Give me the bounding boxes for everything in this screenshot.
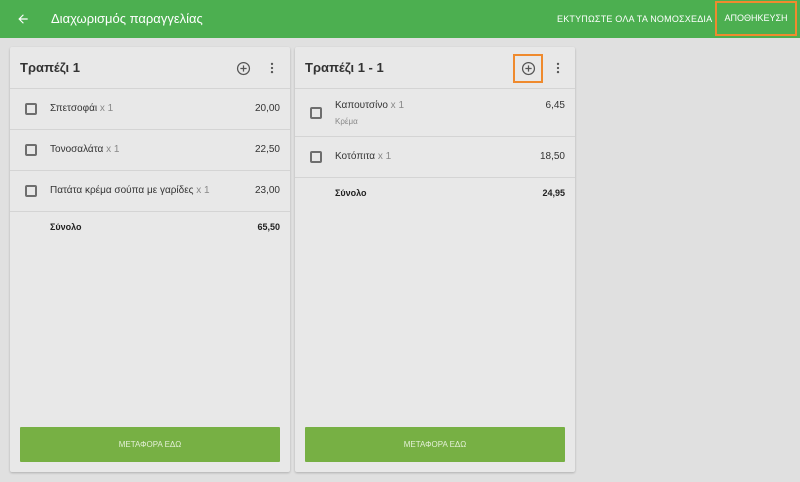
total-value: 24,95 xyxy=(542,188,565,198)
item-note: Κρέμα xyxy=(335,117,358,126)
item-quantity: x 1 xyxy=(390,100,405,111)
total-row: Σύνολο 24,95 xyxy=(295,178,575,208)
item-name: Κοτόπιτα xyxy=(335,151,376,162)
card-header: Τραπέζι 1 - 1 xyxy=(295,47,575,89)
item-name: Τονοσαλάτα xyxy=(50,144,104,155)
item-name: Σπετσοφάι xyxy=(50,103,98,114)
item-name: Καπουτσίνο xyxy=(335,100,388,111)
item-checkbox[interactable] xyxy=(310,107,322,119)
total-label: Σύνολο xyxy=(50,222,82,232)
list-item: Κοτόπιτα x 1 18,50 xyxy=(295,137,575,178)
item-quantity: x 1 xyxy=(196,185,210,196)
app-bar: Διαχωρισμός παραγγελίας ΕΚΤΥΠΩΣΤΕ ΟΛΑ ΤΑ… xyxy=(0,0,800,38)
item-quantity: x 1 xyxy=(377,151,392,162)
page-title: Διαχωρισμός παραγγελίας xyxy=(51,11,203,26)
move-here-button[interactable]: ΜΕΤΑΦΟΡΑ ΕΔΩ xyxy=(20,427,280,462)
total-label: Σύνολο xyxy=(335,188,367,198)
item-checkbox[interactable] xyxy=(25,144,37,156)
card-title: Τραπέζι 1 xyxy=(20,60,80,75)
more-vert-icon xyxy=(270,62,274,74)
item-quantity: x 1 xyxy=(99,103,114,114)
item-checkbox[interactable] xyxy=(310,151,322,163)
arrow-left-icon xyxy=(18,14,28,24)
item-checkbox[interactable] xyxy=(25,185,37,197)
list-item: Τονοσαλάτα x 1 22,50 xyxy=(10,130,290,171)
add-circle-icon xyxy=(236,61,250,75)
table-card-1: Τραπέζι 1 Σπετσοφάι x 1 20,00 Τονοσαλάτα… xyxy=(10,47,290,472)
more-menu-button[interactable] xyxy=(547,57,569,79)
item-price: 23,00 xyxy=(254,185,280,196)
move-here-button[interactable]: ΜΕΤΑΦΟΡΑ ΕΔΩ xyxy=(305,427,565,462)
add-circle-icon xyxy=(521,61,535,76)
item-price: 18,50 xyxy=(539,151,565,162)
list-item: Πατάτα κρέμα σούπα με γαρίδες x 1 23,00 xyxy=(10,171,290,212)
card-header: Τραπέζι 1 xyxy=(10,47,290,89)
list-item: Καπουτσίνο x 1 Κρέμα 6,45 xyxy=(295,89,575,137)
more-vert-icon xyxy=(556,62,560,74)
item-checkbox[interactable] xyxy=(25,103,37,115)
item-price: 22,50 xyxy=(254,144,280,155)
total-row: Σύνολο 65,50 xyxy=(10,212,290,242)
save-button[interactable]: ΑΠΟΘΗΚΕΥΣΗ xyxy=(715,1,797,36)
print-all-bills-button[interactable]: ΕΚΤΥΠΩΣΤΕ ΟΛΑ ΤΑ ΝΟΜΟΣΧΕΔΙΑ xyxy=(548,0,721,38)
more-menu-button[interactable] xyxy=(261,57,283,79)
table-card-2: Τραπέζι 1 - 1 Καπουτσίνο x 1 Κρέμα 6,45 … xyxy=(295,47,575,472)
item-quantity: x 1 xyxy=(106,144,120,155)
list-item: Σπετσοφάι x 1 20,00 xyxy=(10,89,290,130)
card-title: Τραπέζι 1 - 1 xyxy=(305,60,384,75)
item-price: 20,00 xyxy=(254,103,280,114)
add-item-button[interactable] xyxy=(513,54,543,83)
item-name: Πατάτα κρέμα σούπα με γαρίδες xyxy=(50,185,194,196)
total-value: 65,50 xyxy=(257,222,280,232)
item-price: 6,45 xyxy=(545,100,565,111)
add-item-button[interactable] xyxy=(232,57,254,79)
back-button[interactable] xyxy=(11,7,35,31)
